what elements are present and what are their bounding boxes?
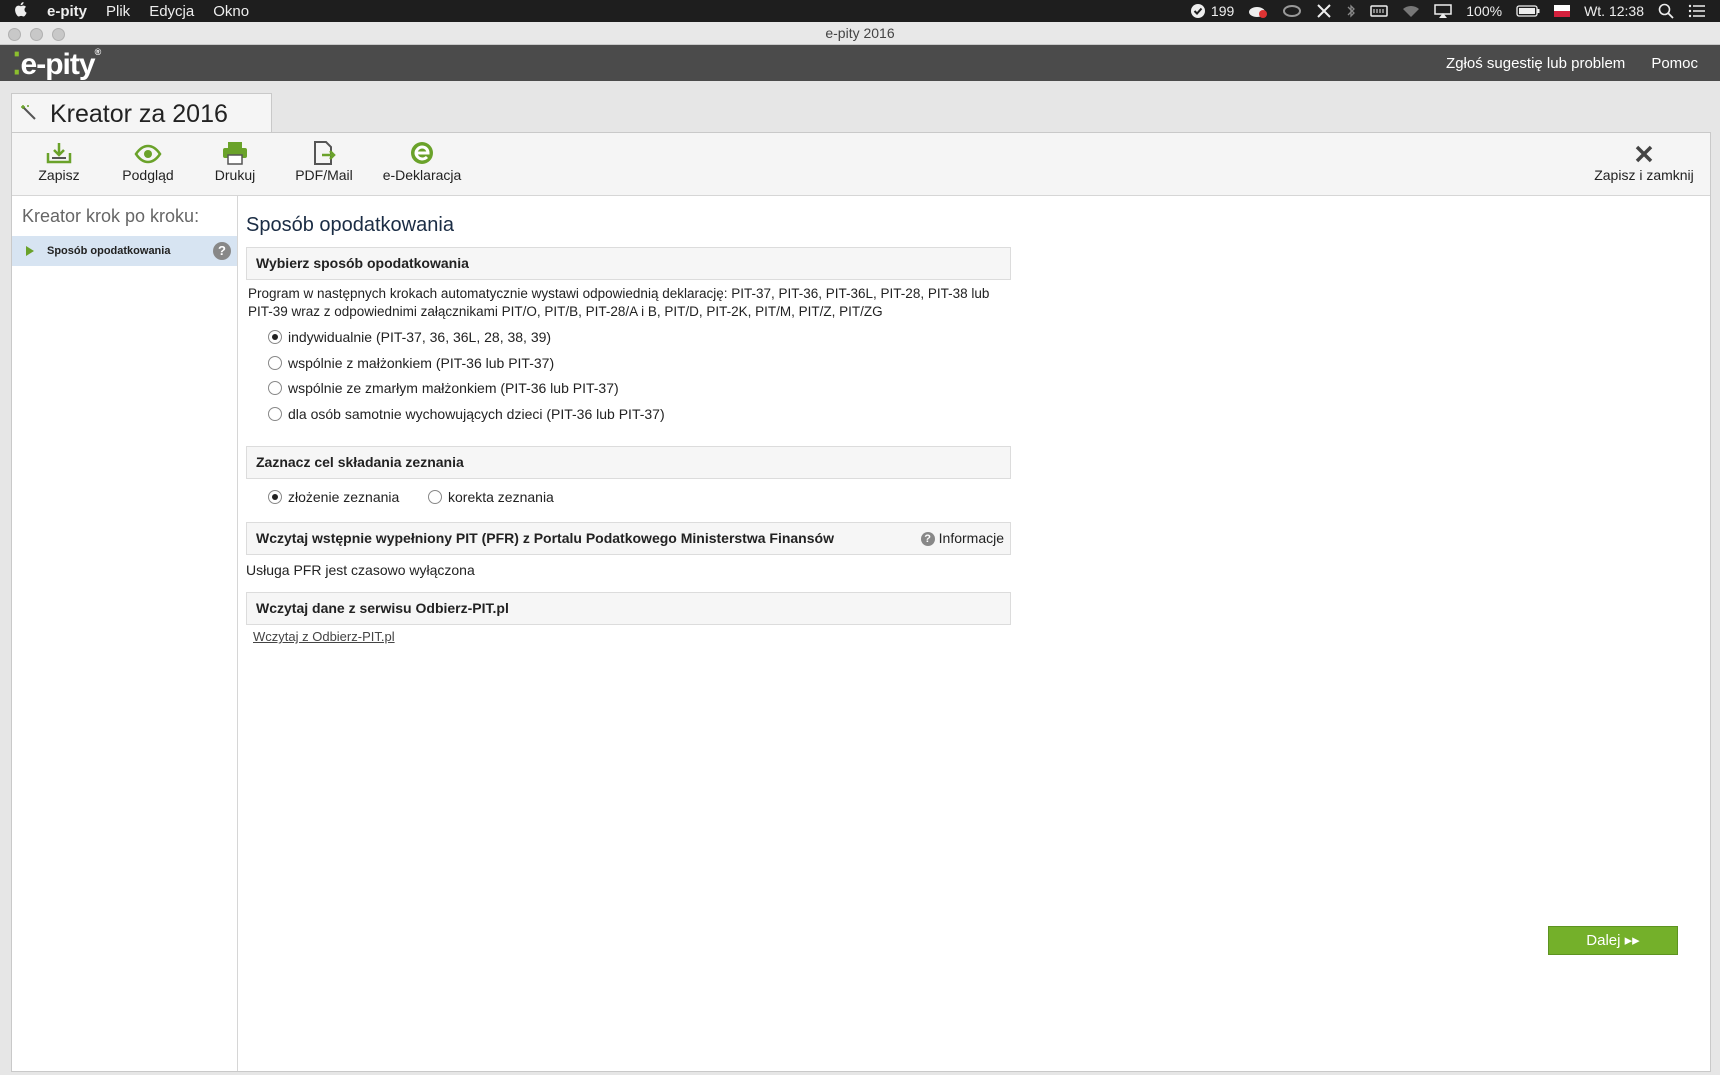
radio-unselected-icon [268,356,282,370]
radio-label: złożenie zeznania [288,489,400,505]
radio-label: korekta zeznania [448,489,554,505]
save-close-label: Zapisz i zamknij [1594,167,1694,183]
e-declaration-button[interactable]: e-Deklaracja [380,141,464,183]
save-close-button[interactable]: Zapisz i zamknij [1592,141,1696,183]
close-x-icon [1635,145,1653,163]
battery-percent: 100% [1466,3,1503,19]
menu-plik[interactable]: Plik [106,3,130,20]
radio-label: wspólnie ze zmarłym małżonkiem (PIT-36 l… [288,380,619,396]
minimize-window-button[interactable] [30,28,43,41]
creative-cloud-icon[interactable] [1282,4,1302,18]
radio-label: dla osób samotnie wychowujących dzieci (… [288,406,665,422]
radio-wspolnie-z-malzonkiem[interactable]: wspólnie z małżonkiem (PIT-36 lub PIT-37… [268,355,554,371]
pdf-mail-label: PDF/Mail [295,167,353,183]
section-title: Wczytaj wstępnie wypełniony PIT (PFR) z … [256,530,834,546]
toolbar: Zapisz Podgląd Drukuj PDF/Mail e-Deklara… [12,133,1710,196]
window-title: e-pity 2016 [825,25,895,41]
radio-wspolnie-ze-zmarlym[interactable]: wspólnie ze zmarłym małżonkiem (PIT-36 l… [268,380,619,396]
print-label: Drukuj [214,167,256,183]
tab-kreator[interactable]: Kreator za 2016 [11,93,272,134]
cloud-alert-icon[interactable] [1248,4,1268,18]
apple-menu-icon[interactable] [14,1,28,21]
notification-center-icon[interactable] [1688,4,1706,18]
zoom-window-button[interactable] [52,28,65,41]
menu-okno[interactable]: Okno [213,3,249,20]
radio-zlozenie-zeznania[interactable]: złożenie zeznania [268,489,399,505]
e-declaration-icon [411,142,433,164]
window-controls [8,28,65,41]
app-logo: ⁚e-pity® [12,47,101,81]
menu-edycja[interactable]: Edycja [149,3,194,20]
input-flag-icon[interactable] [1554,5,1571,17]
question-icon: ? [920,531,935,546]
section-description: Program w następnych krokach automatyczn… [248,286,990,319]
radio-selected-icon [268,490,282,504]
bluetooth-icon[interactable] [1346,3,1356,19]
close-window-button[interactable] [8,28,21,41]
sidebar-title: Kreator krok po kroku: [22,206,200,226]
section-title: Wybierz sposób opodatkowania [256,255,469,271]
section-header-sposob: Wybierz sposób opodatkowania [246,247,1011,280]
next-button[interactable]: Dalej ▸▸ [1548,926,1678,955]
sidebar-item-sposob-opodatkowania[interactable]: Sposób opodatkowania ? [12,236,237,266]
wifi-icon[interactable] [1402,4,1420,18]
radio-indywidualnie[interactable]: indywidualnie (PIT-37, 36, 36L, 28, 38, … [268,329,551,345]
clock[interactable]: Wt. 12:38 [1584,3,1644,19]
odbierz-pit-link[interactable]: Wczytaj z Odbierz-PIT.pl [253,629,395,644]
workspace: Kreator za 2016 Zapisz Podgląd Drukuj PD… [0,81,1720,1075]
window-titlebar: e-pity 2016 [0,22,1720,45]
menu-app-name[interactable]: e-pity [47,3,87,20]
airplay-icon[interactable] [1434,4,1453,18]
print-button[interactable]: Drukuj [210,141,260,183]
section-header-odbierz: Wczytaj dane z serwisu Odbierz-PIT.pl [246,592,1011,625]
sidebar-item-label: Sposób opodatkowania [47,245,171,257]
logo-dots-icon: ⁚ [12,48,21,81]
radio-unselected-icon [268,381,282,395]
pdf-export-icon [314,141,336,165]
section-title: Zaznacz cel składania zeznania [256,454,464,470]
help-icon[interactable]: ? [213,242,231,260]
eye-icon [134,144,162,164]
battery-icon[interactable] [1516,5,1540,17]
section-title: Wczytaj dane z serwisu Odbierz-PIT.pl [256,600,509,616]
pdf-mail-button[interactable]: PDF/Mail [292,141,356,183]
save-download-icon [46,143,72,164]
report-problem-link[interactable]: Zgłoś sugestię lub problem [1446,55,1625,72]
radio-korekta-zeznania[interactable]: korekta zeznania [428,489,554,505]
status-indicator[interactable]: 199 [1190,3,1234,19]
tab-title: Kreator za 2016 [50,100,228,128]
printer-icon [223,142,247,165]
radio-unselected-icon [428,490,442,504]
keyboard-icon[interactable] [1370,4,1389,18]
info-label: Informacje [938,530,1004,546]
wizard-sidebar: Kreator krok po kroku: Sposób opodatkowa… [12,196,238,1071]
radio-unselected-icon [268,407,282,421]
save-label: Zapisz [38,167,80,183]
status-count: 199 [1210,3,1235,19]
radio-label: indywidualnie (PIT-37, 36, 36L, 28, 38, … [288,329,552,345]
spotlight-search-icon[interactable] [1658,3,1674,19]
radio-selected-icon [268,330,282,344]
system-menubar: e-pity Plik Edycja Okno 199 100% Wt. 12:… [0,0,1720,22]
help-link[interactable]: Pomoc [1651,55,1698,72]
preview-label: Podgląd [122,167,174,183]
info-link[interactable]: ? Informacje [920,523,1004,554]
radio-label: wspólnie z małżonkiem (PIT-36 lub PIT-37… [288,355,555,371]
save-button[interactable]: Zapisz [34,141,84,183]
app-header: ⁚e-pity® Zgłoś sugestię lub problem Pomo… [0,45,1720,81]
pfr-status-text: Usługa PFR jest czasowo wyłączona [246,562,475,578]
tools-icon[interactable] [1316,3,1332,19]
preview-button[interactable]: Podgląd [118,141,178,183]
wand-icon [21,105,36,120]
radio-samotnie-wychowujacy[interactable]: dla osób samotnie wychowujących dzieci (… [268,406,665,422]
play-triangle-icon [26,246,34,256]
section-header-cel: Zaznacz cel składania zeznania [246,446,1011,479]
e-declaration-label: e-Deklaracja [382,167,462,183]
page-title: Sposób opodatkowania [246,214,454,236]
check-circle-icon [1190,4,1205,18]
section-header-pfr-title: Wczytaj wstępnie wypełniony PIT (PFR) z … [246,522,1011,555]
